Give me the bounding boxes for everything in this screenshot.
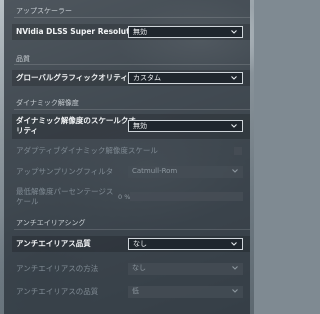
section-title-dynamic-resolution: ダイナミック解像度: [16, 99, 79, 107]
aa-quality2-dropdown-value: 低: [132, 287, 139, 295]
adaptive-scale-checkbox[interactable]: [234, 147, 242, 155]
min-res-label-line1: 最低解像度パーセンテージス: [16, 187, 114, 196]
section-divider: [14, 64, 250, 65]
aa-quality-label: アンチエイリアス品質: [16, 239, 91, 248]
chevron-down-icon: [232, 169, 238, 173]
chevron-down-icon: [232, 289, 238, 293]
aa-quality-dropdown-value: なし: [133, 240, 147, 248]
adaptive-scale-label: アダプティブダイナミック解像度スケール: [16, 146, 158, 155]
dlss-label: NVidia DLSS Super Resolution: [16, 27, 143, 36]
min-res-slider[interactable]: [130, 192, 243, 201]
upsampling-filter-label: アップサンプリングフィルタ: [16, 167, 114, 176]
graphics-settings-panel: アップスケーラー NVidia DLSS Super Resolution 無効…: [4, 0, 250, 314]
dlss-dropdown-value: 無効: [133, 28, 147, 36]
aa-quality2-label: アンチエイリアスの品質: [16, 287, 99, 296]
min-res-label-line2: ケール: [16, 197, 39, 206]
chevron-down-icon: [231, 242, 237, 246]
section-title-antialiasing: アンチエイリアシング: [16, 219, 86, 227]
aa-quality2-dropdown[interactable]: 低: [128, 286, 243, 298]
min-res-percent: 0 %: [118, 193, 131, 201]
section-divider: [14, 229, 250, 230]
section-title-upscaler: アップスケーラー: [16, 7, 72, 15]
chevron-down-icon: [231, 76, 237, 80]
global-quality-label: グローバルグラフィックオリティ: [16, 73, 128, 82]
aa-method-dropdown-value: なし: [132, 264, 146, 272]
dlss-dropdown[interactable]: 無効: [128, 26, 243, 38]
chevron-down-icon: [232, 266, 238, 270]
section-title-quality: 品質: [16, 55, 30, 63]
aa-method-dropdown[interactable]: なし: [128, 263, 243, 275]
aa-quality-dropdown[interactable]: なし: [128, 238, 243, 250]
global-quality-dropdown[interactable]: カスタム: [128, 72, 243, 84]
scale-quality-label-line2: リティ: [16, 126, 39, 135]
global-quality-dropdown-value: カスタム: [133, 74, 161, 82]
scale-quality-label-line1: ダイナミック解像度のスケールクオ: [16, 116, 136, 125]
aa-method-label: アンチエイリアスの方法: [16, 264, 99, 273]
upsampling-filter-dropdown[interactable]: Catmull-Rom: [128, 166, 243, 178]
chevron-down-icon: [231, 124, 237, 128]
section-divider: [14, 109, 250, 110]
upsampling-filter-dropdown-value: Catmull-Rom: [132, 167, 178, 175]
section-divider: [14, 17, 250, 18]
scale-quality-dropdown-value: 無効: [133, 122, 147, 130]
chevron-down-icon: [231, 30, 237, 34]
scale-quality-dropdown[interactable]: 無効: [128, 120, 243, 132]
